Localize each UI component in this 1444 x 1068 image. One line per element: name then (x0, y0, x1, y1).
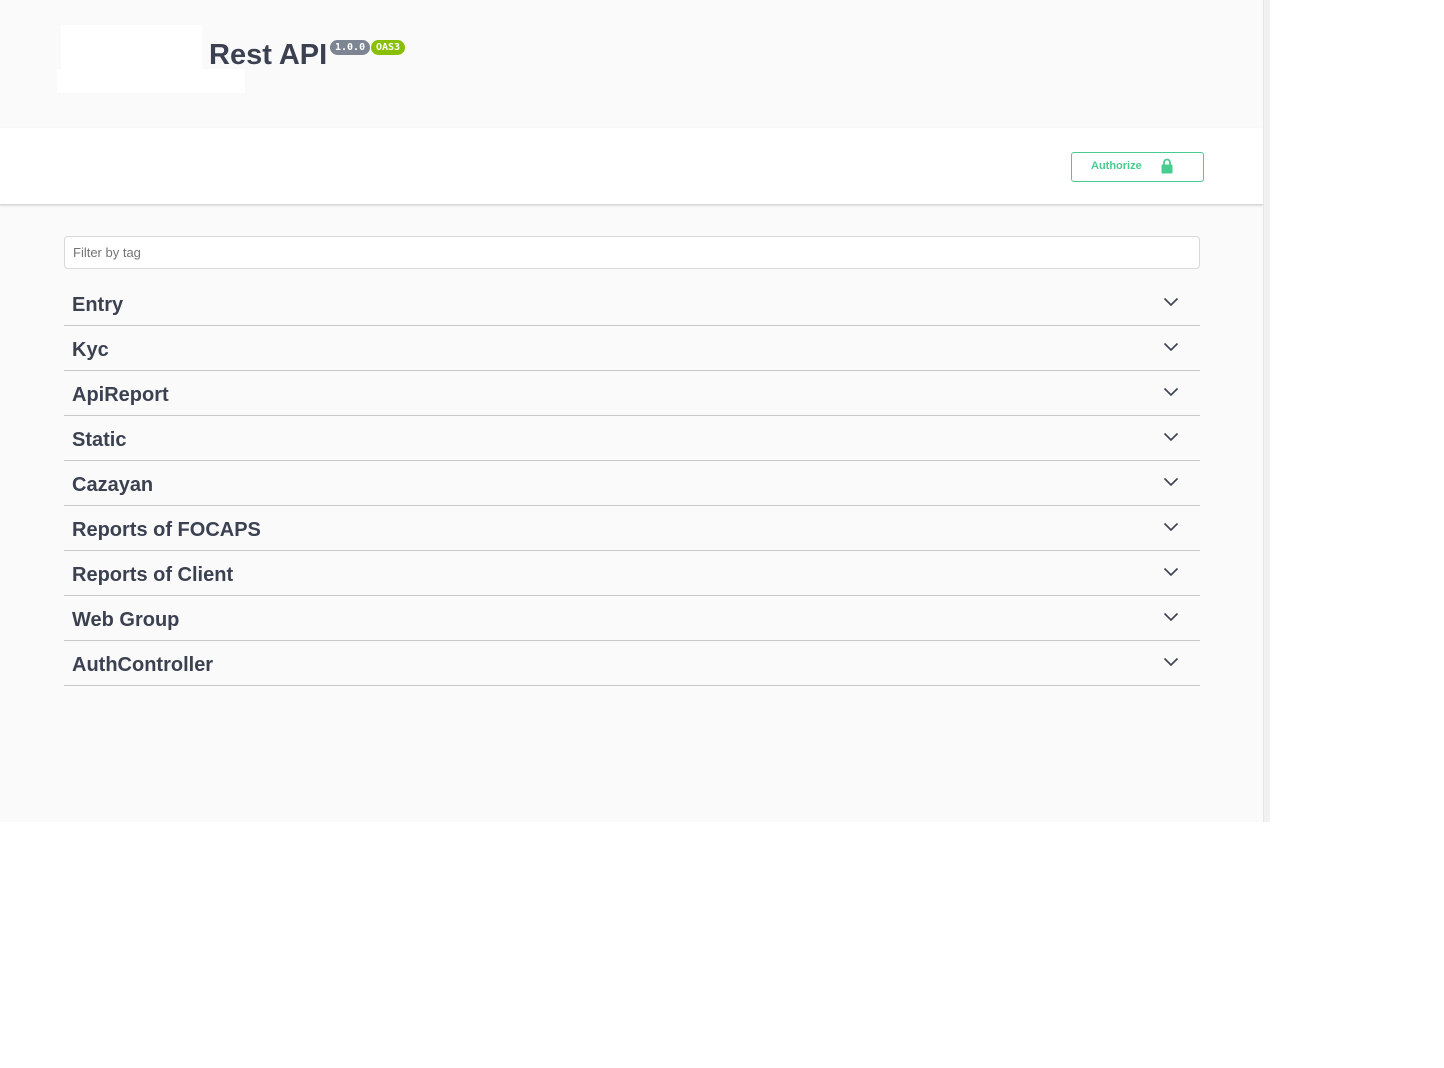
chevron-down-icon[interactable] (1163, 612, 1179, 622)
filter-by-tag-input[interactable] (64, 236, 1200, 269)
tag-name: Reports of FOCAPS (72, 519, 261, 541)
tag-section-apireport[interactable]: ApiReport (64, 371, 1200, 416)
tag-section-web-group[interactable]: Web Group (64, 596, 1200, 641)
swagger-ui-page: Rest API 1.0.0 OAS3 Authorize Entry Kyc Ap… (0, 0, 1263, 822)
page-title: Rest API (209, 39, 328, 71)
tag-name: Cazayan (72, 474, 154, 496)
tag-name: AuthController (72, 654, 214, 676)
tag-section-reports-of-focaps[interactable]: Reports of FOCAPS (64, 506, 1200, 551)
oas-badge: OAS3 (371, 40, 406, 55)
chevron-down-icon[interactable] (1163, 387, 1179, 397)
chevron-down-icon[interactable] (1163, 477, 1179, 487)
tag-section-kyc[interactable]: Kyc (64, 326, 1200, 371)
tag-list: Entry Kyc ApiReport Static Cazayan Reports of… (64, 282, 1200, 686)
tag-section-static[interactable]: Static (64, 416, 1200, 461)
chevron-down-icon[interactable] (1163, 567, 1179, 577)
chevron-down-icon[interactable] (1163, 657, 1179, 667)
authorize-button[interactable]: Authorize (1071, 152, 1204, 182)
tag-section-reports-of-client[interactable]: Reports of Client (64, 551, 1200, 596)
tag-name: Kyc (72, 339, 109, 361)
logo-image-top (61, 25, 202, 69)
tag-name: Static (72, 429, 127, 451)
version-badge: 1.0.0 (330, 40, 371, 55)
tag-section-entry[interactable]: Entry (64, 282, 1200, 326)
tag-section-authcontroller[interactable]: AuthController (64, 641, 1200, 686)
tag-section-cazayan[interactable]: Cazayan (64, 461, 1200, 506)
tag-name: ApiReport (72, 384, 169, 406)
lock-icon (1161, 158, 1173, 174)
vertical-scrollbar[interactable] (1263, 0, 1270, 822)
authorize-label: Authorize (1091, 160, 1142, 172)
chevron-down-icon[interactable] (1163, 297, 1179, 307)
chevron-down-icon[interactable] (1163, 342, 1179, 352)
tag-name: Entry (72, 294, 124, 316)
tag-name: Web Group (72, 609, 180, 631)
chevron-down-icon[interactable] (1163, 432, 1179, 442)
chevron-down-icon[interactable] (1163, 522, 1179, 532)
api-info-header: Rest API 1.0.0 OAS3 (0, 0, 1263, 128)
tag-name: Reports of Client (72, 564, 234, 586)
scheme-container: Authorize (0, 128, 1263, 205)
